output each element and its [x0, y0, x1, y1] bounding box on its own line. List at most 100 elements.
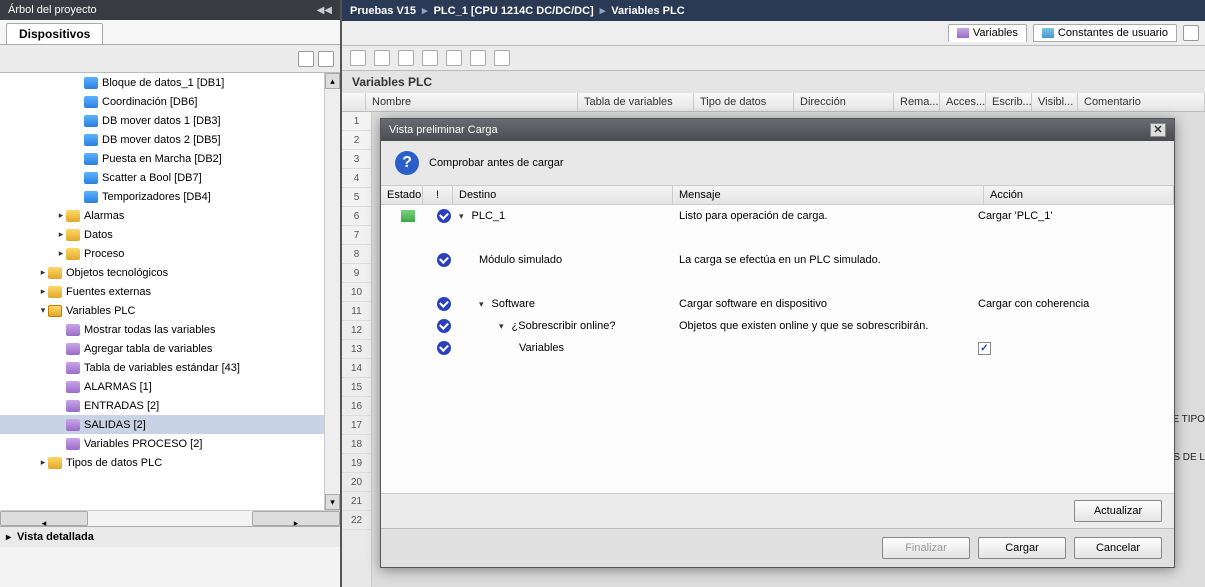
- tree-node[interactable]: Bloque de datos_1 [DB1]: [0, 73, 340, 92]
- tree-node[interactable]: Mostrar todas las variables: [0, 320, 340, 339]
- chevron-down-icon[interactable]: ▾: [499, 321, 504, 332]
- col-visib[interactable]: Visibl...: [1032, 93, 1078, 111]
- col-comentario[interactable]: Comentario: [1078, 93, 1205, 111]
- tree-node[interactable]: Variables PROCESO [2]: [0, 434, 340, 453]
- col-mensaje[interactable]: Mensaje: [673, 186, 984, 204]
- row-number[interactable]: 7: [342, 226, 371, 245]
- tree-node[interactable]: ALARMAS [1]: [0, 377, 340, 396]
- toolbar-button-5[interactable]: [446, 50, 462, 66]
- col-acces[interactable]: Acces...: [940, 93, 986, 111]
- toolbar-button-1[interactable]: [350, 50, 366, 66]
- row-number[interactable]: 15: [342, 378, 371, 397]
- tree-vertical-scrollbar[interactable]: ▴ ▾: [324, 73, 340, 510]
- row-number[interactable]: 1: [342, 112, 371, 131]
- col-tabla[interactable]: Tabla de variables: [578, 93, 694, 111]
- tree-node[interactable]: Puesta en Marcha [DB2]: [0, 149, 340, 168]
- tree-node[interactable]: SALIDAS [2]: [0, 415, 340, 434]
- row-number[interactable]: 21: [342, 492, 371, 511]
- scroll-down-icon[interactable]: ▾: [325, 494, 340, 510]
- col-warn[interactable]: !: [423, 186, 453, 204]
- scroll-left-icon[interactable]: ◂: [0, 511, 88, 526]
- tree-node[interactable]: Scatter a Bool [DB7]: [0, 168, 340, 187]
- toolbar-button-4[interactable]: [422, 50, 438, 66]
- collapse-panel-icon[interactable]: ◀◀: [317, 5, 332, 16]
- tree-node[interactable]: ▸Tipos de datos PLC: [0, 453, 340, 472]
- tree-node[interactable]: Coordinación [DB6]: [0, 92, 340, 111]
- row-number[interactable]: 10: [342, 283, 371, 302]
- breadcrumb-project[interactable]: Pruebas V15: [350, 5, 416, 17]
- row-number[interactable]: 11: [342, 302, 371, 321]
- col-nombre[interactable]: Nombre: [366, 93, 578, 111]
- toolbar-button-3[interactable]: [398, 50, 414, 66]
- project-tree[interactable]: Bloque de datos_1 [DB1]Coordinación [DB6…: [0, 73, 340, 510]
- dialog-row[interactable]: [381, 271, 1174, 293]
- row-number[interactable]: 19: [342, 454, 371, 473]
- tree-node[interactable]: ▸Proceso: [0, 244, 340, 263]
- col-direccion[interactable]: Dirección: [794, 93, 894, 111]
- tree-node[interactable]: Agregar tabla de variables: [0, 339, 340, 358]
- accion-cell[interactable]: Cargar 'PLC_1': [978, 210, 1168, 222]
- breadcrumb-device[interactable]: PLC_1 [CPU 1214C DC/DC/DC]: [434, 5, 594, 17]
- row-number[interactable]: 13: [342, 340, 371, 359]
- col-rema[interactable]: Rema...: [894, 93, 940, 111]
- dialog-titlebar[interactable]: Vista preliminar Carga ✕: [381, 119, 1174, 141]
- row-number[interactable]: 16: [342, 397, 371, 416]
- col-estado[interactable]: Estado: [381, 186, 423, 204]
- more-tabs-button[interactable]: [1183, 25, 1199, 41]
- tab-devices[interactable]: Dispositivos: [6, 23, 103, 44]
- toolbar-button-6[interactable]: [470, 50, 486, 66]
- tree-node[interactable]: Tabla de variables estándar [43]: [0, 358, 340, 377]
- close-icon[interactable]: ✕: [1150, 123, 1166, 137]
- tree-node[interactable]: ▸Fuentes externas: [0, 282, 340, 301]
- tree-node[interactable]: ENTRADAS [2]: [0, 396, 340, 415]
- row-number[interactable]: 20: [342, 473, 371, 492]
- scroll-right-icon[interactable]: ▸: [252, 511, 340, 526]
- tree-node[interactable]: ▸Alarmas: [0, 206, 340, 225]
- tree-node[interactable]: ▾Variables PLC: [0, 301, 340, 320]
- expander-icon[interactable]: ▸: [38, 457, 48, 468]
- expander-icon[interactable]: ▸: [56, 229, 66, 240]
- row-number[interactable]: 3: [342, 150, 371, 169]
- tree-node[interactable]: DB mover datos 1 [DB3]: [0, 111, 340, 130]
- finalizar-button[interactable]: Finalizar: [882, 537, 970, 559]
- row-number[interactable]: 12: [342, 321, 371, 340]
- row-number[interactable]: 8: [342, 245, 371, 264]
- row-number[interactable]: 18: [342, 435, 371, 454]
- col-escrib[interactable]: Escrib...: [986, 93, 1032, 111]
- chevron-down-icon[interactable]: ▾: [459, 211, 464, 222]
- tab-variables[interactable]: Variables: [948, 24, 1027, 42]
- dialog-row[interactable]: Variables: [381, 337, 1174, 359]
- tree-horizontal-scrollbar[interactable]: ◂ ▸: [0, 510, 340, 526]
- dialog-row[interactable]: ▾SoftwareCargar software en dispositivoC…: [381, 293, 1174, 315]
- view-mode-button-2[interactable]: [318, 51, 334, 67]
- dialog-body[interactable]: ▾PLC_1Listo para operación de carga.Carg…: [381, 205, 1174, 493]
- row-number[interactable]: 4: [342, 169, 371, 188]
- cancelar-button[interactable]: Cancelar: [1074, 537, 1162, 559]
- tree-node[interactable]: ▸Objetos tecnológicos: [0, 263, 340, 282]
- dialog-row[interactable]: [381, 227, 1174, 249]
- tree-node[interactable]: ▸Datos: [0, 225, 340, 244]
- col-tipo[interactable]: Tipo de datos: [694, 93, 794, 111]
- col-destino[interactable]: Destino: [453, 186, 673, 204]
- breadcrumb-section[interactable]: Variables PLC: [611, 5, 684, 17]
- scroll-up-icon[interactable]: ▴: [325, 73, 340, 89]
- row-number[interactable]: 9: [342, 264, 371, 283]
- dialog-row[interactable]: ▾PLC_1Listo para operación de carga.Carg…: [381, 205, 1174, 227]
- overwrite-checkbox[interactable]: [978, 342, 991, 355]
- expander-icon[interactable]: ▸: [38, 267, 48, 278]
- row-number[interactable]: 17: [342, 416, 371, 435]
- expander-icon[interactable]: ▸: [56, 248, 66, 259]
- view-mode-button-1[interactable]: [298, 51, 314, 67]
- tree-node[interactable]: DB mover datos 2 [DB5]: [0, 130, 340, 149]
- expander-icon[interactable]: ▸: [38, 286, 48, 297]
- accion-cell[interactable]: [978, 342, 1168, 355]
- detailed-view-header[interactable]: ▸ Vista detallada: [0, 526, 340, 547]
- cargar-button[interactable]: Cargar: [978, 537, 1066, 559]
- col-rownum[interactable]: [342, 93, 366, 111]
- toolbar-button-2[interactable]: [374, 50, 390, 66]
- chevron-down-icon[interactable]: ▾: [479, 299, 484, 310]
- expander-icon[interactable]: ▾: [38, 305, 48, 316]
- dialog-row[interactable]: Módulo simuladoLa carga se efectúa en un…: [381, 249, 1174, 271]
- row-number[interactable]: 6: [342, 207, 371, 226]
- accion-cell[interactable]: Cargar con coherencia: [978, 298, 1168, 310]
